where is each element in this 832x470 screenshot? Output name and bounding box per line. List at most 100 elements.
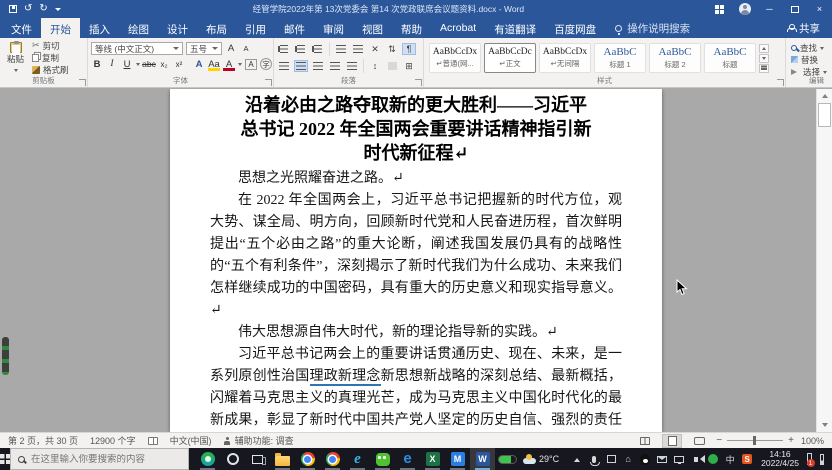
page-indicator[interactable]: 第 2 页，共 30 页 bbox=[8, 434, 78, 447]
style-no-spacing[interactable]: AaBbCcDx ↵无间隔 bbox=[539, 43, 591, 73]
ime-indicator[interactable]: 中 bbox=[725, 454, 735, 465]
document-page[interactable]: 沿着必由之路夺取新的更大胜利——习近平总书记 2022 年全国两会重要讲话精神指… bbox=[170, 89, 662, 432]
styles-scroll-down-button[interactable] bbox=[759, 54, 769, 63]
scroll-down-icon[interactable] bbox=[817, 419, 832, 432]
subscript-button[interactable]: x₂ bbox=[158, 58, 170, 71]
paste-button[interactable]: 粘贴 bbox=[3, 41, 28, 75]
superscript-button[interactable]: x² bbox=[173, 58, 185, 71]
undo-icon[interactable]: ↺ bbox=[24, 4, 32, 14]
volume-icon[interactable] bbox=[691, 454, 701, 465]
zoom-in-icon[interactable]: + bbox=[788, 435, 794, 446]
weather-widget[interactable]: 29°C bbox=[520, 448, 562, 470]
docked-side-widget[interactable] bbox=[2, 337, 9, 375]
tab-insert[interactable]: 插入 bbox=[80, 18, 119, 38]
word-icon[interactable]: W bbox=[470, 448, 495, 470]
styles-more-button[interactable] bbox=[759, 64, 769, 73]
shrink-font-button[interactable]: A bbox=[240, 42, 252, 55]
redo-icon[interactable]: ↻ bbox=[39, 4, 47, 14]
copy-button[interactable]: 复制 bbox=[30, 52, 71, 63]
zoom-slider-thumb[interactable] bbox=[753, 436, 756, 445]
sogou-icon[interactable]: S bbox=[742, 454, 752, 465]
font-size-combo[interactable]: 五号 bbox=[186, 42, 222, 55]
close-button[interactable]: × bbox=[807, 0, 832, 18]
excel-icon[interactable]: X bbox=[420, 448, 445, 470]
tab-layout[interactable]: 布局 bbox=[197, 18, 236, 38]
style-body-text[interactable]: AaBbCcDc ↵正文 bbox=[484, 43, 536, 73]
save-icon[interactable] bbox=[9, 5, 17, 13]
tab-home[interactable]: 开始 bbox=[41, 18, 80, 38]
tab-design[interactable]: 设计 bbox=[158, 18, 197, 38]
bullets-button[interactable] bbox=[277, 43, 291, 55]
notification-icon[interactable]: 1 bbox=[807, 453, 812, 465]
qat-customize-icon[interactable] bbox=[55, 8, 61, 14]
numbering-button[interactable] bbox=[294, 43, 308, 55]
align-right-button[interactable] bbox=[311, 60, 325, 72]
zoom-out-icon[interactable]: − bbox=[716, 435, 722, 446]
search-input[interactable] bbox=[31, 454, 181, 465]
font-name-combo[interactable]: 等线 (中文正文) bbox=[91, 42, 183, 55]
minimize-button[interactable]: ─ bbox=[757, 0, 782, 18]
align-left-button[interactable] bbox=[277, 60, 291, 72]
wechat-icon[interactable] bbox=[370, 448, 395, 470]
blue-m-app-icon[interactable]: M bbox=[445, 448, 470, 470]
ie-icon[interactable]: e bbox=[345, 448, 370, 470]
tab-review[interactable]: 审阅 bbox=[314, 18, 353, 38]
paragraph-dialog-launcher-icon[interactable] bbox=[415, 79, 422, 86]
character-shading-button[interactable]: A bbox=[245, 59, 257, 70]
style-title[interactable]: AaBbC 标题 bbox=[704, 43, 756, 73]
text-effects-button[interactable]: A bbox=[193, 58, 205, 71]
cortana-icon[interactable] bbox=[220, 448, 245, 470]
browser-360-icon[interactable] bbox=[195, 448, 220, 470]
multilevel-list-button[interactable] bbox=[311, 43, 325, 55]
tab-youdao[interactable]: 有道翻译 bbox=[485, 18, 545, 38]
zoom-slider[interactable]: − + bbox=[716, 435, 794, 446]
sort-button[interactable]: ⇅ bbox=[385, 43, 399, 55]
format-painter-button[interactable]: 格式刷 bbox=[30, 64, 71, 75]
speedball-widget[interactable] bbox=[495, 448, 520, 470]
find-button[interactable]: 查找 bbox=[789, 42, 832, 53]
avatar[interactable] bbox=[732, 0, 757, 18]
tab-references[interactable]: 引用 bbox=[236, 18, 275, 38]
accessibility-status[interactable]: 辅助功能: 调查 bbox=[224, 434, 294, 447]
underline-caret-icon[interactable] bbox=[136, 63, 140, 68]
collapse-ribbon-button[interactable] bbox=[817, 80, 825, 85]
monitor-icon[interactable] bbox=[674, 454, 684, 465]
distribute-button[interactable] bbox=[345, 60, 359, 72]
bold-button[interactable]: B bbox=[91, 58, 103, 71]
font-color-caret-icon[interactable] bbox=[238, 63, 242, 68]
shading-button[interactable] bbox=[385, 60, 399, 72]
align-center-button[interactable] bbox=[294, 60, 308, 72]
mail-icon[interactable] bbox=[657, 454, 667, 465]
tab-view[interactable]: 视图 bbox=[353, 18, 392, 38]
cut-button[interactable]: 剪切 bbox=[30, 40, 71, 51]
show-marks-button[interactable]: ¶ bbox=[402, 43, 416, 55]
action-center-icon[interactable] bbox=[820, 454, 824, 465]
tell-me-search[interactable]: 操作说明搜索 bbox=[605, 18, 700, 38]
grow-font-button[interactable]: A bbox=[225, 42, 237, 55]
word-count[interactable]: 12900 个字 bbox=[90, 434, 136, 447]
enclose-characters-button[interactable]: 字 bbox=[260, 58, 272, 70]
taskbar-search[interactable] bbox=[10, 448, 189, 470]
qq-icon[interactable] bbox=[640, 454, 650, 465]
read-mode-button[interactable] bbox=[635, 434, 655, 448]
antivirus-icon[interactable] bbox=[708, 454, 718, 465]
style-heading1[interactable]: AaBbC 标题 1 bbox=[594, 43, 646, 73]
strikethrough-button[interactable]: abc bbox=[143, 58, 155, 71]
microphone-icon[interactable] bbox=[589, 454, 599, 465]
chrome-icon[interactable] bbox=[295, 448, 320, 470]
styles-dialog-launcher-icon[interactable] bbox=[777, 79, 784, 86]
hidden-icons-chevron-icon[interactable] bbox=[572, 454, 582, 465]
tab-mailings[interactable]: 邮件 bbox=[275, 18, 314, 38]
zoom-level[interactable]: 100% bbox=[801, 436, 824, 446]
chrome-icon-2[interactable] bbox=[320, 448, 345, 470]
web-layout-button[interactable] bbox=[689, 434, 709, 448]
ribbon-display-options-icon[interactable] bbox=[707, 0, 732, 18]
scroll-up-icon[interactable] bbox=[817, 89, 832, 102]
tab-baidu-pan[interactable]: 百度网盘 bbox=[545, 18, 605, 38]
style-normal-web[interactable]: AaBbCcDx ↵普通(网... bbox=[429, 43, 481, 73]
language-indicator[interactable]: 中文(中国) bbox=[170, 434, 212, 447]
start-button[interactable] bbox=[0, 448, 10, 470]
underline-button[interactable]: U bbox=[121, 58, 133, 71]
share-button[interactable]: 共享 bbox=[775, 18, 832, 38]
print-layout-button[interactable] bbox=[662, 434, 682, 448]
